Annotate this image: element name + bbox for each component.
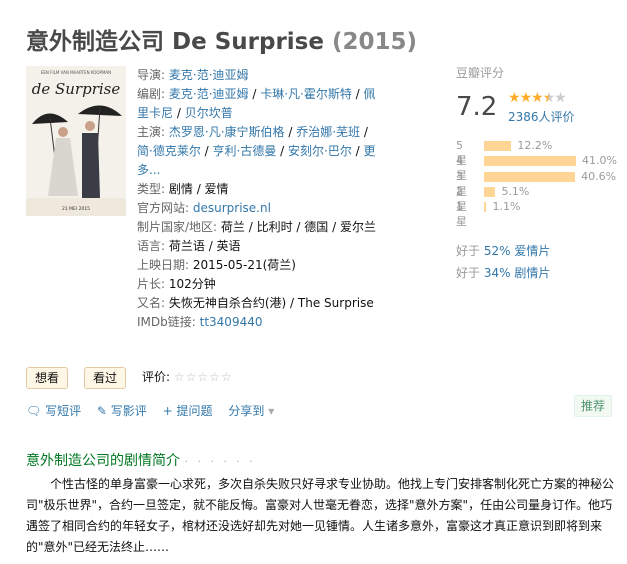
page-title: 意外制造公司 De Surprise (2015) (26, 22, 417, 56)
release-value: 2015-05-21(荷兰) (192, 258, 296, 272)
writer-link[interactable]: 卡琳·凡·霍尔斯特 (260, 87, 352, 101)
want-to-watch-button[interactable]: 想看 (26, 367, 69, 389)
better-pct-link[interactable]: 52% (484, 244, 511, 258)
movie-year: (2015) (331, 29, 418, 55)
watched-button[interactable]: 看过 (84, 367, 127, 389)
site-link[interactable]: desurprise.nl (193, 201, 271, 215)
director-label: 导演: (137, 68, 166, 82)
imdb-label: IMDb链接: (137, 315, 196, 329)
chevron-down-icon: ▾ (268, 404, 275, 418)
cast-link[interactable]: 亨利·古德曼 (213, 144, 277, 158)
rating-bar (484, 141, 512, 151)
aka-value: 失恢无神自杀合约(港) / The Surprise (168, 296, 374, 310)
votes-link[interactable]: 2386人评价 (508, 108, 575, 125)
runtime-value: 102分钟 (168, 277, 216, 291)
star-full-icon: ★ (508, 90, 521, 106)
rating-star-label: 1星 (456, 200, 467, 229)
rating-bar (484, 186, 496, 197)
better-than: 好于 52% 爱情片 好于 34% 剧情片 (456, 240, 550, 284)
synopsis-heading: 意外制造公司的剧情简介 · · · · · · (26, 450, 256, 470)
plus-icon: + (162, 404, 173, 418)
rating-score: 7.2 (456, 92, 498, 122)
rating-percent: 12.2% (517, 139, 553, 152)
star-full-icon: ★ (519, 90, 533, 106)
comment-icon: 🗨 (26, 404, 42, 418)
rating-stars: ★★★★★ (508, 90, 567, 106)
writer-link[interactable]: 贝尔坎普 (185, 106, 233, 120)
rating-percent: 5.1% (501, 184, 530, 198)
genre-label: 类型: (137, 182, 166, 196)
country-value: 荷兰 / 比利时 / 德国 / 爱尔兰 (220, 220, 376, 234)
synopsis-text: 个性古怪的单身富豪一心求死，多次自杀失败只好寻求专业协助。他找上专门安排客制化死… (26, 477, 615, 554)
ask-question-label: 提问题 (176, 404, 213, 418)
cast-label: 主演: (137, 125, 166, 139)
action-bar: 🗨 写短评 ✎ 写影评 + 提问题 分享到 ▾ (26, 402, 286, 419)
rating-label: 豆瓣评分 (456, 66, 505, 80)
movie-title: 意外制造公司 De Surprise (26, 29, 324, 55)
write-review-button[interactable]: ✎ 写影评 (97, 404, 147, 418)
better-prefix: 好于 (456, 266, 484, 280)
star-empty-icon: ★ (554, 90, 567, 106)
short-review-button[interactable]: 🗨 写短评 (26, 404, 81, 418)
write-review-label: 写影评 (110, 404, 147, 418)
aka-label: 又名: (137, 296, 166, 310)
movie-info: 导演: 麦克·范·迪亚姆 编剧: 麦克·范·迪亚姆 / 卡琳·凡·霍尔斯特 / … (137, 68, 376, 329)
rating-bar (484, 171, 576, 182)
rate-stars-input[interactable]: ☆☆☆☆☆ (174, 370, 233, 384)
better-cat-link[interactable]: 爱情片 (514, 244, 550, 258)
rating-bar (484, 156, 576, 167)
writer-label: 编剧: (137, 87, 166, 101)
star-half-icon: ★ (542, 90, 556, 106)
imdb-link[interactable]: tt3409440 (200, 315, 263, 329)
release-label: 上映日期: (137, 258, 190, 272)
better-pct-link[interactable]: 34% (484, 266, 511, 280)
synopsis-title: 意外制造公司的剧情简介 (26, 453, 180, 469)
poster-caption: de Surprise (32, 80, 121, 98)
country-label: 制片国家/地区: (137, 220, 218, 234)
rating-bar (484, 202, 487, 213)
writer-link[interactable]: 麦克·范·迪亚姆 (169, 87, 249, 101)
rate-label: 评价: (142, 370, 171, 384)
star-full-icon: ★ (531, 90, 544, 106)
genre-value: 剧情 / 爱情 (168, 182, 229, 196)
cast-link[interactable]: 杰罗恩·凡·康宁斯伯格 (169, 125, 285, 139)
poster-top-text: EEN FILM VAN MAARTEN KOOPMAN (41, 70, 111, 75)
recommend-button[interactable]: 推荐 (574, 395, 613, 417)
ask-question-button[interactable]: + 提问题 (163, 404, 213, 418)
cast-link[interactable]: 安刻尔·巴尔 (288, 144, 352, 158)
poster-date: 21 MEI 2015 (62, 206, 90, 212)
user-rating: 评价: ☆☆☆☆☆ (142, 368, 233, 385)
cast-link[interactable]: 乔治娜·芜班 (296, 125, 360, 139)
share-button[interactable]: 分享到 ▾ (228, 404, 274, 418)
director-link[interactable]: 麦克·范·迪亚姆 (169, 68, 249, 82)
cast-link[interactable]: 简·德克莱尔 (137, 144, 201, 158)
movie-poster[interactable]: EEN FILM VAN MAARTEN KOOPMAN de Surprise… (26, 66, 126, 216)
rating-percent: 40.6% (581, 169, 617, 183)
rating-percent: 41.0% (582, 154, 617, 168)
better-cat-link[interactable]: 剧情片 (514, 266, 550, 280)
poster-image: EEN FILM VAN MAARTEN KOOPMAN de Surprise… (26, 66, 126, 216)
short-review-label: 写短评 (45, 404, 82, 418)
language-label: 语言: (137, 239, 166, 253)
heading-dots: · · · · · · (184, 455, 256, 468)
rating-panel: 豆瓣评分 7.2 ★★★★★ 2386人评价 (456, 64, 616, 124)
pencil-icon: ✎ (96, 404, 107, 418)
runtime-label: 片长: (137, 277, 166, 291)
language-value: 荷兰语 / 英语 (168, 239, 241, 253)
rating-percent: 1.1% (492, 200, 521, 214)
share-label: 分享到 (228, 404, 265, 418)
site-label: 官方网站: (137, 201, 190, 215)
better-prefix: 好于 (456, 244, 484, 258)
